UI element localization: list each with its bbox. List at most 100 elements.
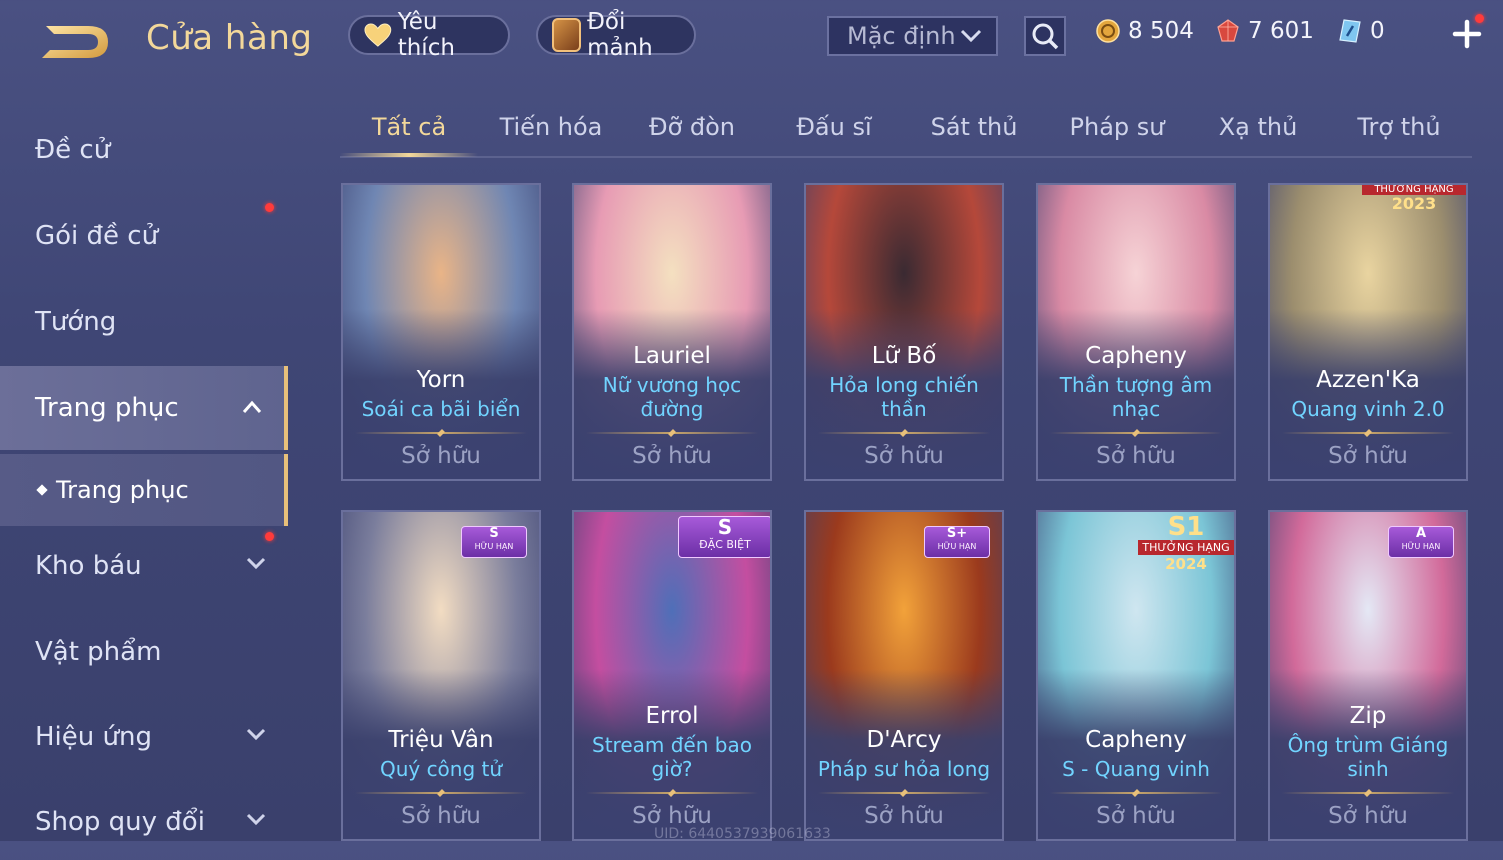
owned-status: Sở hữu — [864, 803, 944, 829]
badge-top: S+ — [946, 526, 968, 541]
rarity-badge: S ĐẶC BIỆT — [678, 515, 770, 558]
voucher-value: 7 601 — [1248, 18, 1314, 44]
sidebar-item-recommended-packs[interactable]: Gói đề cử — [0, 198, 288, 274]
notification-dot — [265, 203, 274, 212]
tab-label: Tất cả — [371, 113, 447, 141]
tab-mage[interactable]: Pháp sư — [1048, 100, 1186, 154]
hero-name: Zip — [1349, 703, 1387, 729]
hero-name: D'Arcy — [866, 727, 942, 753]
skin-card[interactable]: Capheny S - Quang vinh Sở hữu S1 THƯỞNG HẠNG… — [1036, 510, 1236, 841]
card-divider — [586, 792, 758, 794]
tab-label: Xạ thủ — [1218, 113, 1298, 141]
sidebar-item-label: Đề cử — [35, 135, 111, 165]
bullet-diamond-icon — [36, 484, 48, 496]
tab-label: Tiến hóa — [499, 113, 603, 141]
top-bar: Cửa hàng Yêu thích Đổi mảnh Mặc định 8 5… — [0, 0, 1503, 86]
card-divider — [355, 432, 527, 434]
sidebar-item-recommended[interactable]: Đề cử — [0, 112, 288, 188]
sidebar-item-label: Shop quy đổi — [35, 807, 205, 837]
card-divider — [1050, 792, 1222, 794]
rarity-badge: S+ HỮU HẠN — [924, 526, 990, 558]
owned-status: Sở hữu — [401, 443, 481, 469]
skin-name: Soái ca bãi biển — [361, 397, 521, 421]
card-divider — [818, 792, 990, 794]
card-divider — [1282, 792, 1454, 794]
skin-card[interactable]: Capheny Thần tượng âm nhạc Sở hữu — [1036, 183, 1236, 481]
tab-assassin[interactable]: Sát thủ — [906, 100, 1042, 154]
rarity-badge: S1 THƯỞNG HẠNG 2024 — [1134, 512, 1234, 578]
chevron-up-icon — [242, 400, 262, 413]
crystal-value: 0 — [1370, 18, 1385, 44]
heart-icon — [364, 23, 392, 47]
sidebar-item-label: Trang phục — [35, 393, 179, 423]
rarity-badge: A HỮU HẠN — [1388, 526, 1454, 558]
badge-top: S — [489, 526, 499, 541]
rarity-badge: THƯỞNG HẠNG 2023 — [1362, 185, 1466, 215]
card-divider — [355, 792, 527, 794]
skin-name: Quý công tử — [379, 757, 503, 781]
sidebar-item-effects[interactable]: Hiệu ứng — [0, 699, 288, 775]
sort-value: Mặc định — [847, 22, 956, 50]
tab-label: Đấu sĩ — [796, 113, 872, 141]
sidebar-item-exchange-shop[interactable]: Shop quy đổi — [0, 784, 288, 860]
sidebar-item-label: Kho báu — [35, 551, 142, 581]
tab-tank[interactable]: Đỡ đòn — [624, 100, 760, 154]
skin-card[interactable]: Azzen'Ka Quang vinh 2.0 Sở hữu THƯỞNG HẠNG 2… — [1268, 183, 1468, 481]
owned-status: Sở hữu — [632, 443, 712, 469]
search-button[interactable] — [1024, 16, 1066, 56]
skin-name: Pháp sư hỏa long — [817, 757, 991, 781]
exchange-label: Đổi mảnh — [587, 9, 653, 61]
sort-dropdown[interactable]: Mặc định — [827, 16, 998, 56]
skin-card[interactable]: Lữ Bố Hỏa long chiến thần Sở hữu — [804, 183, 1004, 481]
tab-evolution[interactable]: Tiến hóa — [483, 100, 619, 154]
category-tabs: Tất cả Tiến hóa Đỡ đòn Đấu sĩ Sát thủ Ph… — [340, 100, 1472, 158]
hero-name: Capheny — [1085, 727, 1187, 753]
skin-name: Hỏa long chiến thần — [829, 373, 979, 421]
tab-marksman[interactable]: Xạ thủ — [1190, 100, 1326, 154]
page-title: Cửa hàng — [146, 18, 313, 58]
favorites-button[interactable]: Yêu thích — [348, 9, 510, 61]
owned-status: Sở hữu — [1328, 443, 1408, 469]
skin-name: Nữ vương học đường — [602, 373, 742, 421]
hero-name: Errol — [645, 703, 699, 729]
sidebar-item-items[interactable]: Vật phẩm — [0, 614, 288, 690]
owned-status: Sở hữu — [401, 803, 481, 829]
card-divider — [1050, 432, 1222, 434]
back-arrow-icon[interactable] — [36, 20, 114, 64]
sidebar-subitem-label: Trang phục — [56, 476, 189, 504]
sidebar-item-skins[interactable]: Trang phục — [0, 366, 288, 450]
badge-middle: THƯỞNG HẠNG — [1138, 540, 1234, 555]
tab-all[interactable]: Tất cả — [340, 100, 478, 157]
badge-top: S — [717, 515, 733, 539]
badge-bottom: 2023 — [1391, 194, 1437, 213]
tab-support[interactable]: Trợ thủ — [1331, 100, 1467, 154]
gold-value: 8 504 — [1128, 18, 1194, 44]
skin-name: Thần tượng âm nhạc — [1059, 373, 1213, 421]
chevron-down-icon — [246, 813, 266, 826]
sidebar-subitem-skins[interactable]: Trang phục — [0, 454, 288, 526]
skin-card[interactable]: Triệu Vân Quý công tử Sở hữu S HỮU HẠN — [341, 510, 541, 841]
owned-status: Sở hữu — [1096, 443, 1176, 469]
sidebar-item-heroes[interactable]: Tướng — [0, 284, 288, 360]
uid-watermark: UID: 6440537939061633 — [654, 826, 831, 842]
skin-card[interactable]: Yorn Soái ca bãi biển Sở hữu — [341, 183, 541, 481]
owned-status: Sở hữu — [1328, 803, 1408, 829]
hero-name: Capheny — [1085, 343, 1187, 369]
rarity-badge: S HỮU HẠN — [461, 526, 527, 558]
sidebar-item-treasure[interactable]: Kho báu — [0, 528, 288, 604]
hero-name: Azzen'Ka — [1316, 367, 1420, 393]
badge-top: S1 — [1167, 512, 1205, 542]
gold-currency: 8 504 — [1096, 18, 1194, 44]
exchange-shards-button[interactable]: Đổi mảnh — [536, 9, 696, 61]
skin-card[interactable]: D'Arcy Pháp sư hỏa long Sở hữu S+ HỮU HẠN — [804, 510, 1004, 841]
skin-card[interactable]: Lauriel Nữ vương học đường Sở hữu — [572, 183, 772, 481]
tab-fighter[interactable]: Đấu sĩ — [765, 100, 903, 154]
skin-card[interactable]: Zip Ông trùm Giáng sinh Sở hữu A HỮU HẠN — [1268, 510, 1468, 841]
tab-label: Đỡ đòn — [648, 113, 736, 141]
voucher-currency: 7 601 — [1216, 18, 1314, 44]
hero-name: Triệu Vân — [388, 727, 494, 753]
favorites-label: Yêu thích — [397, 9, 455, 61]
skin-card[interactable]: Errol Stream đến bao giờ? Sở hữu S ĐẶC BIỆT — [572, 510, 772, 841]
notification-dot — [1475, 14, 1484, 23]
hero-name: Lauriel — [633, 343, 711, 369]
